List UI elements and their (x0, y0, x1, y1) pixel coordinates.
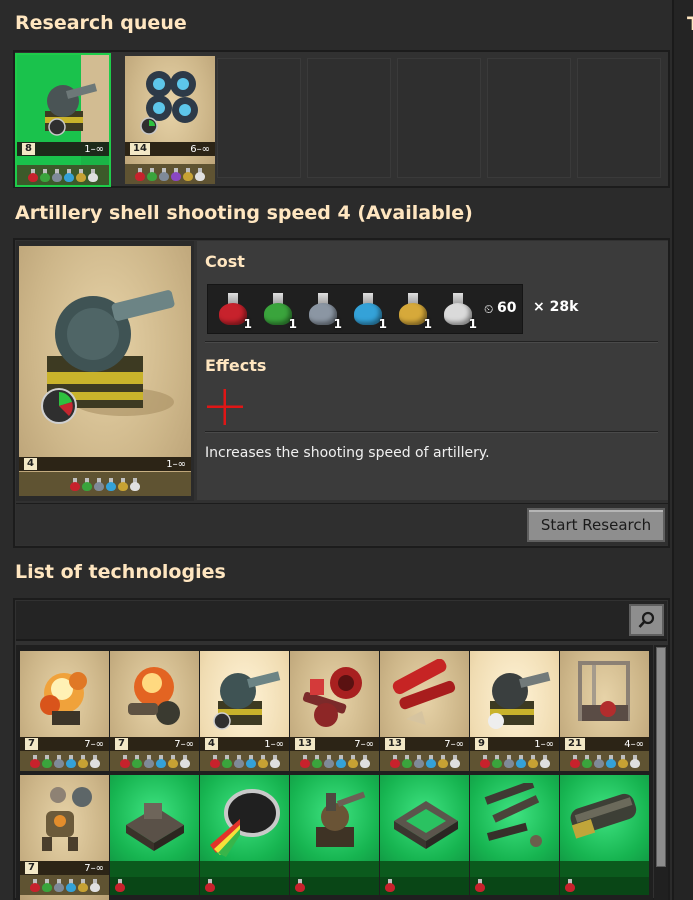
search-icon (638, 611, 654, 628)
queue-slot-empty (577, 58, 661, 178)
divider (205, 431, 658, 433)
red-science-pack-icon (385, 879, 395, 892)
start-research-button[interactable]: Start Research (527, 508, 665, 542)
research-time: 60 (497, 300, 517, 316)
selected-tech-range: 1–∞ (166, 458, 186, 470)
artillery-turret-icon (488, 671, 551, 729)
tech-card-artillery-shell-range[interactable]: 9 1–∞ (470, 651, 559, 771)
flamethrower-icon (302, 667, 362, 727)
tech-card-weapon-shooting-speed[interactable]: 13 7–∞ (380, 651, 469, 771)
tech-card-military[interactable] (470, 775, 559, 895)
queue-item-physical-projectile-damage[interactable]: 14 6–∞ (125, 56, 215, 184)
assembler-icon (126, 803, 184, 851)
artillery-turret-icon (41, 290, 175, 424)
queue-slot-empty (397, 58, 481, 178)
queue-item-range: 1–∞ (84, 143, 104, 155)
red-science-pack-icon (475, 879, 485, 892)
selected-tech-title: Artillery shell shooting speed 4 (Availa… (15, 202, 473, 224)
tech-card-refined-flammables[interactable]: 13 7–∞ (290, 651, 379, 771)
rocket-icon (392, 659, 456, 725)
tech-card-logistics[interactable] (560, 775, 649, 895)
tech-card-follower-robot-count[interactable]: 7 7–∞ (20, 775, 109, 900)
mining-drill-icon (578, 661, 630, 721)
gun-turret-icon (316, 791, 366, 847)
red-science-pack-icon (115, 879, 125, 892)
red-science-pack-icon (565, 879, 575, 892)
artillery-turret-icon (213, 671, 281, 730)
technology-search-field[interactable] (16, 601, 667, 641)
tech-card-stronger-explosives[interactable]: 7 7–∞ (110, 651, 199, 771)
underground-belt-icon (570, 793, 637, 839)
selected-tech-packs (19, 472, 191, 496)
tech-card-artillery-shell-shooting-speed[interactable]: 4 1–∞ (200, 651, 289, 771)
red-science-pack-icon (205, 879, 215, 892)
tech-card-stone-wall[interactable] (380, 775, 469, 895)
queue-item-level: 8 (22, 143, 35, 155)
tech-card-mining-productivity[interactable]: 21 4–∞ (560, 651, 649, 771)
right-panel-edge: T (672, 0, 693, 900)
crosshair-icon (207, 389, 243, 425)
effects-label: Effects (205, 356, 267, 375)
cost-label: Cost (205, 252, 245, 271)
stronger-explosives-icon (128, 667, 180, 725)
weapons-icon (484, 783, 542, 847)
queue-item-packs (125, 164, 215, 184)
technology-list-scrollbar[interactable] (654, 645, 668, 900)
queue-slot-empty (487, 58, 571, 178)
red-science-pack-icon: 1 (218, 293, 252, 331)
scrollbar-thumb[interactable] (656, 647, 666, 867)
space-science-pack-icon: 1 (443, 293, 477, 331)
red-science-pack-icon (295, 879, 305, 892)
queue-item-range: 6–∞ (190, 143, 210, 155)
cost-multiplier: × 28k (533, 299, 579, 315)
green-science-pack-icon: 1 (263, 293, 297, 331)
queue-item-packs (17, 165, 109, 185)
physical-projectile-icon (140, 71, 198, 135)
tech-card-automation[interactable] (110, 775, 199, 895)
prism-lens-icon (210, 789, 280, 857)
queue-slot-empty (307, 58, 391, 178)
combat-robot-icon (42, 787, 92, 851)
stone-wall-icon (394, 801, 458, 849)
tech-card-explosive-damage[interactable]: 7 7–∞ (20, 651, 109, 771)
queue-slot-empty (217, 58, 301, 178)
artillery-turret-icon (45, 83, 98, 136)
selected-tech-card: 4 1–∞ (19, 246, 191, 496)
queue-item-artillery-shell-range[interactable]: 8 1–∞ (15, 53, 111, 187)
tech-card-turrets[interactable] (290, 775, 379, 895)
research-queue-title: Research queue (15, 12, 187, 34)
search-button[interactable] (629, 604, 664, 636)
utility-science-pack-icon: 1 (398, 293, 432, 331)
technology-list-title: List of technologies (15, 561, 226, 583)
military-science-pack-icon: 1 (308, 293, 342, 331)
divider (205, 341, 658, 343)
tech-description: Increases the shooting speed of artiller… (205, 445, 490, 461)
explosion-icon (40, 672, 87, 725)
clock-icon: ⏲ (484, 302, 494, 316)
selected-tech-level: 4 (24, 458, 37, 470)
cost-box: 1 1 1 1 1 1 ⏲ 60 (207, 284, 523, 334)
tech-card-optics[interactable] (200, 775, 289, 895)
chemical-science-pack-icon: 1 (353, 293, 387, 331)
queue-item-level: 14 (130, 143, 150, 155)
right-panel-title-fragment: T (687, 13, 693, 35)
